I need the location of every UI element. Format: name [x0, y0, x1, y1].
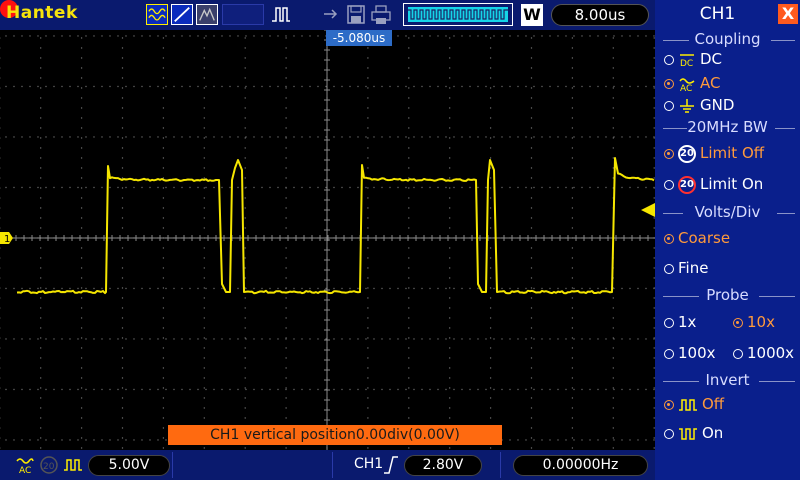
vertical-position-message: CH1 vertical position0.00div(0.00V): [168, 425, 502, 445]
radio-icon: [664, 317, 674, 328]
probe-option-10x[interactable]: 10x: [733, 313, 775, 331]
invert-option-label: On: [702, 424, 724, 442]
invert-on-icon: [679, 427, 697, 440]
bandwidth-option-limit-on[interactable]: 20 Limit On: [664, 175, 763, 194]
ch1-level-marker[interactable]: 1: [0, 231, 14, 245]
svg-text:20: 20: [43, 462, 55, 472]
volts-div-option-fine[interactable]: Fine: [664, 259, 708, 277]
coupling-section-title: Coupling: [694, 30, 761, 48]
status-divider: [332, 452, 333, 478]
volts-div-option-label: Coarse: [678, 229, 731, 247]
volts-div-section-title: Volts/Div: [694, 203, 761, 221]
volts-div-option-label: Fine: [678, 259, 709, 277]
ac-coupling-icon: AC: [679, 77, 695, 92]
ac-coupling-icon: AC: [16, 458, 34, 475]
invert-option-off[interactable]: Off: [664, 395, 724, 413]
radio-icon: [664, 179, 674, 190]
frequency-value: 0.00000Hz: [513, 455, 648, 476]
coupling-option-ac[interactable]: AC AC: [664, 74, 720, 92]
probe-option-label: 10x: [747, 313, 775, 331]
bandwidth-option-label: Limit Off: [700, 144, 765, 162]
rising-edge-icon: [384, 456, 398, 474]
probe-option-100x[interactable]: 100x: [664, 344, 716, 362]
probe-option-1000x[interactable]: 1000x: [733, 344, 794, 362]
bandwidth-icon: 20: [40, 456, 58, 474]
memory-waveform-preview: [408, 9, 508, 20]
volts-div-value[interactable]: 5.00V: [88, 455, 170, 476]
ramp-icon[interactable]: [171, 4, 193, 25]
print-icon[interactable]: [370, 4, 392, 25]
invert-option-on[interactable]: On: [664, 424, 723, 442]
bandwidth-option-label: Limit On: [700, 175, 764, 193]
probe-option-label: 1x: [678, 313, 697, 331]
trigger-level-value[interactable]: 2.80V: [404, 455, 482, 476]
scope-screen[interactable]: [0, 30, 655, 450]
svg-text:AC: AC: [680, 84, 692, 92]
radio-icon: [664, 78, 674, 89]
brand-logo: Hantek: [6, 3, 78, 23]
acquire-mode-badge[interactable]: W: [521, 4, 543, 26]
bandwidth-option-limit-off[interactable]: 20 Limit Off: [664, 144, 764, 163]
memory-window-strip: [408, 7, 508, 22]
top-toolbar: Hantek W 8.00us: [0, 0, 655, 30]
radio-icon: [733, 317, 743, 328]
probe-option-label: 1000x: [747, 344, 795, 362]
radio-icon: [664, 348, 674, 359]
coupling-option-dc[interactable]: DC DC: [664, 50, 722, 68]
bw-limit-off-icon: 20: [678, 144, 696, 163]
trigger-channel-label: CH1: [354, 456, 384, 472]
dc-coupling-icon: DC: [680, 53, 694, 68]
invert-off-icon: [679, 398, 697, 411]
memory-window-indicator[interactable]: [403, 3, 513, 26]
bw-limit-on-icon: 20: [678, 175, 696, 194]
radio-icon: [664, 428, 674, 439]
svg-text:DC: DC: [680, 59, 693, 68]
waveform-icon[interactable]: [146, 4, 168, 25]
coupling-option-label: DC: [700, 50, 723, 68]
bandwidth-section-title: 20MHz BW: [687, 118, 768, 136]
probe-option-1x[interactable]: 1x: [664, 313, 696, 331]
panel-header: CH1 X: [655, 0, 800, 28]
pulse-icon[interactable]: [270, 4, 292, 25]
coupling-option-label: GND: [700, 96, 735, 114]
channel-menu-panel: CH1 X Coupling DC DC AC AC GND 20MHz BW 20…: [655, 0, 800, 480]
probe-option-label: 100x: [678, 344, 716, 362]
coupling-option-gnd[interactable]: GND: [664, 96, 734, 114]
measure-slot[interactable]: [222, 4, 264, 25]
persistence-icon[interactable]: [196, 4, 218, 25]
status-divider: [500, 452, 501, 478]
probe-section-title: Probe: [706, 286, 749, 304]
coupling-option-label: AC: [700, 74, 721, 92]
svg-text:AC: AC: [19, 466, 31, 475]
close-button[interactable]: X: [778, 4, 798, 24]
invert-section-title: Invert: [705, 371, 750, 389]
radio-icon: [664, 100, 674, 111]
save-icon[interactable]: [346, 4, 366, 25]
status-divider: [172, 452, 173, 478]
trigger-level-marker[interactable]: [641, 203, 655, 217]
radio-icon: [664, 263, 674, 274]
radio-icon: [664, 399, 674, 410]
ground-icon: [680, 98, 694, 113]
radio-icon: [733, 348, 743, 359]
trigger-position-label[interactable]: -5.080us: [326, 30, 392, 46]
invert-option-label: Off: [702, 395, 725, 413]
radio-icon: [664, 54, 674, 65]
invert-off-icon: [64, 459, 82, 471]
volts-div-option-coarse[interactable]: Coarse: [664, 229, 730, 247]
import-export-icon[interactable]: [322, 4, 342, 25]
panel-title: CH1: [699, 4, 736, 24]
ch1-marker-label: 1: [4, 234, 10, 245]
radio-icon: [664, 148, 674, 159]
radio-icon: [664, 233, 674, 244]
timebase-value[interactable]: 8.00us: [551, 4, 649, 26]
